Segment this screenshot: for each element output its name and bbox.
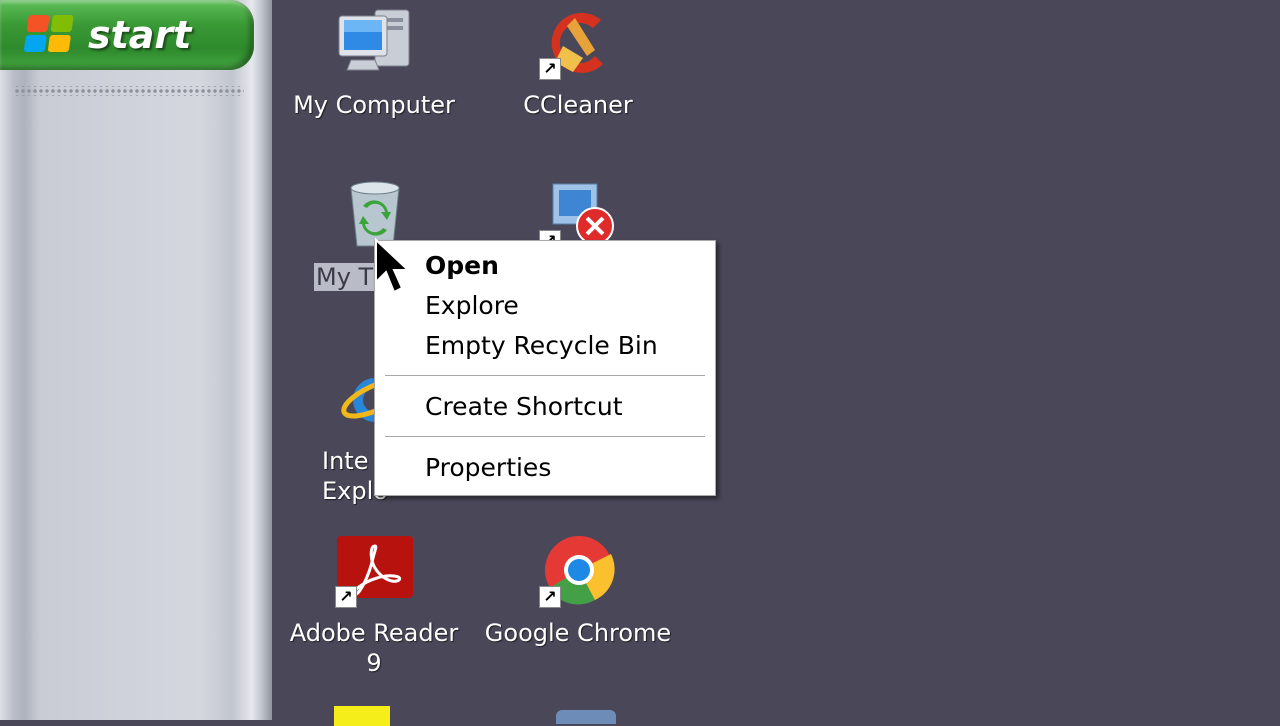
menu-separator	[385, 375, 705, 377]
menu-item-explore[interactable]: Explore	[425, 291, 519, 320]
google-chrome-icon: ↗	[537, 534, 619, 608]
shortcut-arrow-icon: ↗	[539, 58, 561, 80]
desktop-icon-adobe-reader[interactable]: ↗ Adobe Reader 9	[274, 534, 474, 678]
menu-separator	[385, 436, 705, 438]
start-label: start	[88, 13, 192, 57]
start-button[interactable]: start	[0, 0, 254, 70]
shortcut-arrow-icon: ↗	[539, 586, 561, 608]
drive-icon-partial[interactable]	[556, 710, 616, 724]
desktop-icon-label: CCleaner	[523, 91, 633, 119]
desktop-icon-ccleaner[interactable]: ↗ CCleaner	[478, 6, 678, 120]
windows-logo-icon	[23, 15, 77, 55]
menu-item-properties[interactable]: Properties	[425, 453, 551, 482]
desktop-icon-my-computer[interactable]: My Computer	[274, 6, 474, 120]
ccleaner-icon: ↗	[537, 6, 619, 80]
my-computer-icon	[333, 6, 415, 80]
adobe-reader-icon: ↗	[333, 534, 415, 608]
taskbar-grip[interactable]	[14, 86, 244, 96]
desktop-icon-label-selected: My T	[314, 263, 376, 291]
folder-icon-partial[interactable]	[334, 706, 390, 726]
shortcut-arrow-icon: ↗	[335, 586, 357, 608]
context-menu: Open Explore Empty Recycle Bin Create Sh…	[374, 240, 716, 496]
desktop-icon-label: Adobe Reader 9	[289, 619, 459, 677]
desktop-icon-google-chrome[interactable]: ↗ Google Chrome	[478, 534, 678, 648]
taskbar: start	[0, 0, 272, 720]
menu-item-empty-recycle-bin[interactable]: Empty Recycle Bin	[425, 331, 658, 360]
menu-item-open[interactable]: Open	[425, 251, 499, 280]
mouse-pointer-icon	[375, 238, 411, 294]
desktop-icon-label: Google Chrome	[484, 619, 672, 647]
menu-item-create-shortcut[interactable]: Create Shortcut	[425, 392, 623, 421]
desktop-icon-label: My Computer	[293, 91, 455, 119]
